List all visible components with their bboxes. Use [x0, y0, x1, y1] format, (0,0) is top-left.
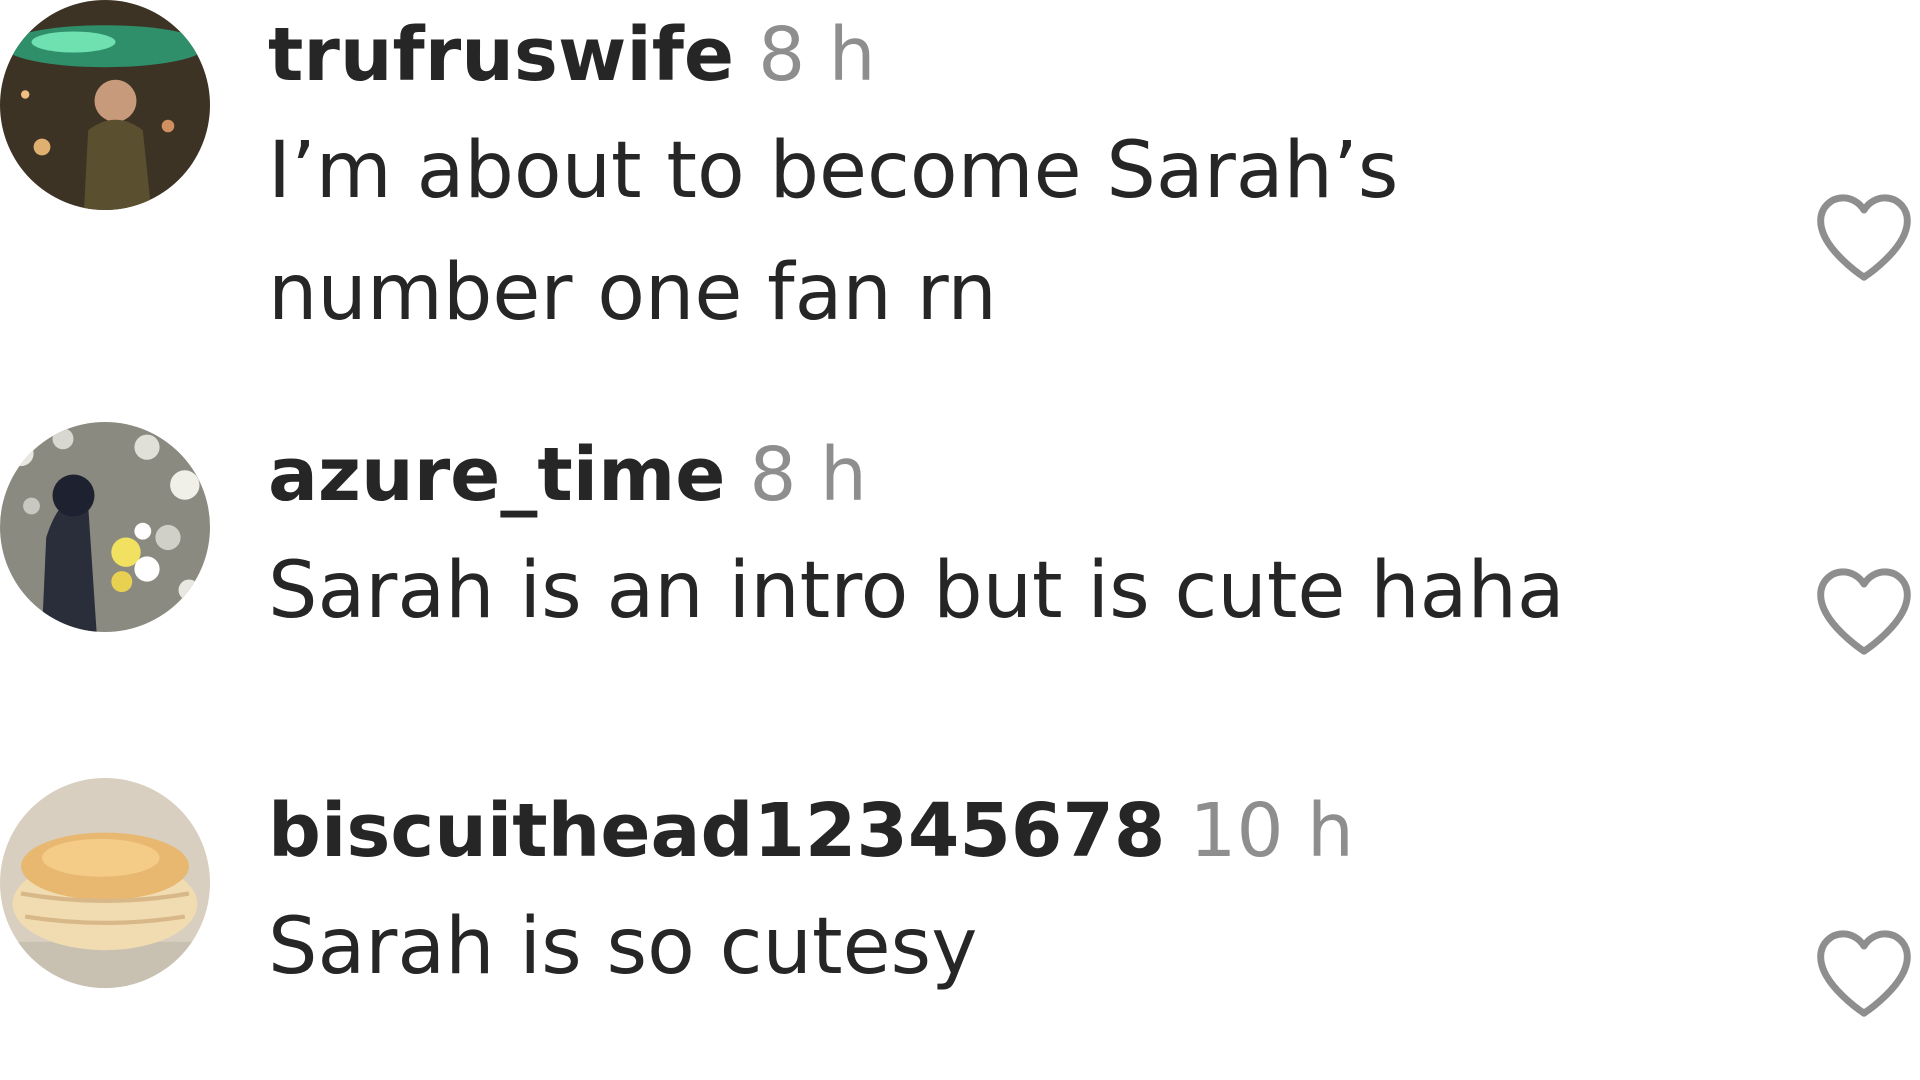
heart-outline-icon	[1817, 930, 1911, 1017]
avatar-biscuit-photo-icon	[0, 778, 210, 988]
avatar-concert-photo-icon	[0, 0, 210, 210]
username-link[interactable]: azure_time	[268, 432, 725, 518]
comment-header: azure_time 8 h	[268, 420, 1748, 530]
comment-header: biscuithead12345678 10 h	[268, 776, 1748, 886]
avatar[interactable]	[0, 778, 210, 988]
comment-header: trufruswife 8 h	[268, 0, 1748, 110]
comment-timestamp[interactable]: 10 h	[1189, 788, 1354, 874]
heart-outline-icon	[1817, 194, 1911, 281]
comment-body: trufruswife 8 h I’m about to become Sara…	[268, 0, 1748, 354]
like-button[interactable]	[1812, 924, 1916, 1020]
avatar[interactable]	[0, 0, 210, 210]
comment-text: Sarah is an intro but is cute haha	[268, 546, 1565, 636]
comment-body: biscuithead12345678 10 h Sarah is so cut…	[268, 776, 1748, 1008]
heart-outline-icon	[1817, 568, 1911, 655]
avatar-flowers-photo-icon	[0, 422, 210, 632]
like-button[interactable]	[1812, 188, 1916, 284]
username-link[interactable]: trufruswife	[268, 12, 734, 98]
comment-timestamp[interactable]: 8 h	[749, 432, 867, 518]
avatar[interactable]	[0, 422, 210, 632]
comment-body: azure_time 8 h Sarah is an intro but is …	[268, 420, 1748, 652]
comment-timestamp[interactable]: 8 h	[758, 12, 876, 98]
username-link[interactable]: biscuithead12345678	[268, 788, 1165, 874]
comment-text: I’m about to become Sarah’s number one f…	[268, 126, 1399, 338]
like-button[interactable]	[1812, 562, 1916, 658]
comment-text: Sarah is so cutesy	[268, 902, 978, 992]
comment-list: trufruswife 8 h I’m about to become Sara…	[0, 0, 1920, 1080]
